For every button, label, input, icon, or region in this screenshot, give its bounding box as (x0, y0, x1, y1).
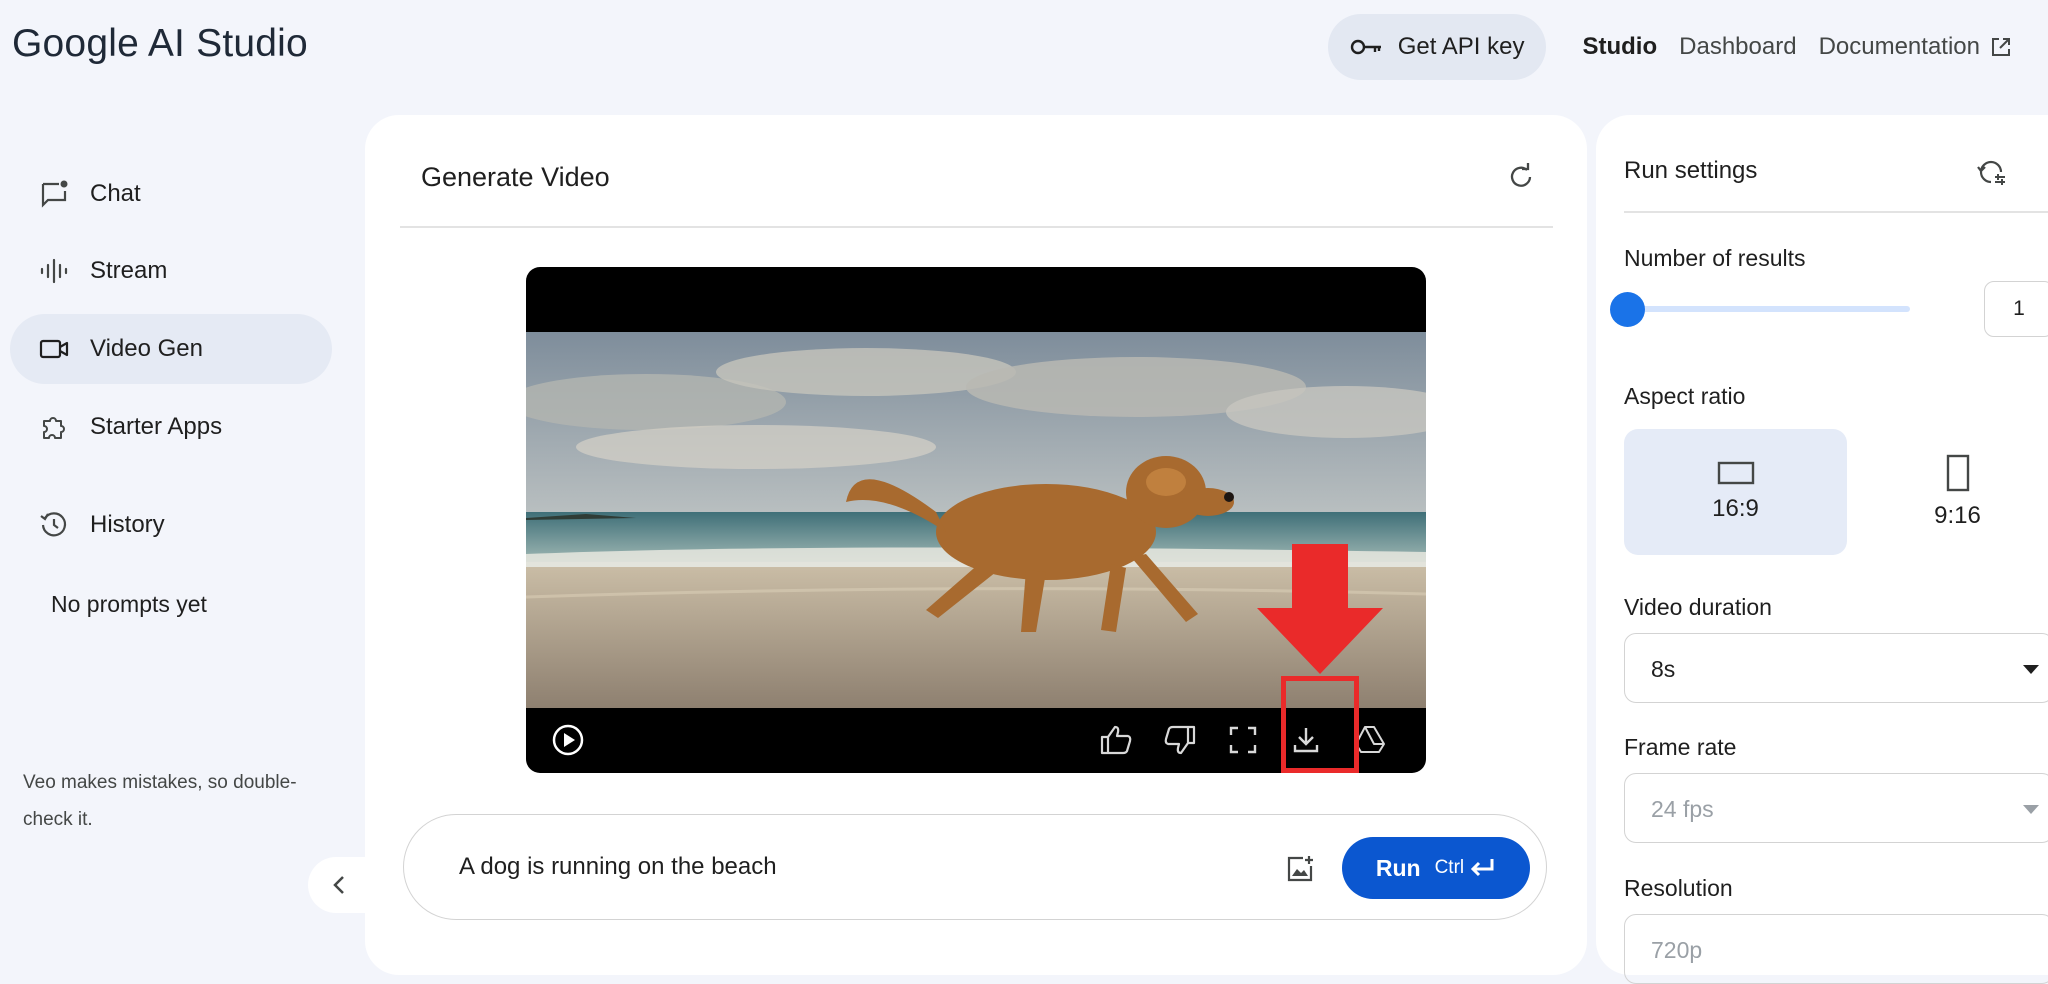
aspect-ratio-label: Aspect ratio (1624, 383, 1746, 409)
sidebar-item-video-gen[interactable]: Video Gen (10, 314, 332, 384)
nav-studio[interactable]: Studio (1582, 33, 1657, 61)
nav-documentation[interactable]: Documentation (1819, 33, 2012, 61)
portrait-icon (1946, 454, 1969, 492)
play-icon (552, 724, 584, 756)
app-title: Google AI Studio (12, 22, 308, 65)
resolution-select[interactable]: 720p (1624, 914, 2048, 984)
refresh-button[interactable] (1503, 159, 1539, 195)
panel-divider (400, 226, 1553, 228)
run-shortcut: Ctrl (1435, 857, 1497, 879)
thumbs-down-button[interactable] (1156, 716, 1204, 764)
frame-rate-value: 24 fps (1651, 796, 1714, 822)
fullscreen-button[interactable] (1219, 716, 1267, 764)
sidebar-item-label: History (90, 511, 165, 538)
duration-value: 8s (1651, 656, 1676, 682)
collapse-sidebar-button[interactable] (308, 857, 370, 913)
nav-dashboard[interactable]: Dashboard (1679, 33, 1796, 61)
run-shortcut-label: Ctrl (1434, 857, 1465, 878)
run-label: Run (1375, 854, 1421, 881)
annotation-arrow-icon (1257, 544, 1383, 674)
sidebar-item-label: Video Gen (90, 335, 203, 362)
add-image-icon (1287, 856, 1313, 882)
get-api-key-button[interactable]: Get API key (1327, 14, 1547, 80)
duration-label: Video duration (1624, 594, 1772, 620)
results-input[interactable]: 1 (1984, 281, 2048, 337)
thumbs-up-button[interactable] (1092, 716, 1140, 764)
sidebar-item-starter-apps[interactable]: Starter Apps (10, 392, 332, 462)
caret-down-icon (2023, 665, 2039, 674)
enter-key-icon (1471, 859, 1494, 877)
play-button[interactable] (544, 716, 592, 764)
results-label: Number of results (1624, 245, 1806, 271)
frame-rate-label: Frame rate (1624, 734, 1737, 760)
refresh-icon (1510, 163, 1532, 187)
aspect-ratio-label-9-16: 9:16 (1934, 502, 1981, 529)
resolution-value: 720p (1651, 937, 1703, 963)
caret-down-icon (2023, 805, 2039, 814)
results-slider-handle[interactable] (1610, 292, 1645, 327)
history-empty-text: No prompts yet (51, 591, 207, 617)
api-key-label: Get API key (1397, 33, 1525, 60)
stream-icon (38, 255, 70, 287)
frame-rate-select[interactable]: 24 fps (1624, 773, 2048, 843)
video-icon (38, 333, 70, 365)
page-title: Generate Video (421, 162, 610, 192)
sidebar-item-label: Starter Apps (90, 413, 223, 440)
run-settings-panel: Run settings Number of results 1 Aspect … (1596, 115, 2048, 984)
sidebar-item-label: Stream (90, 257, 168, 284)
thumbs-down-icon (1164, 725, 1196, 755)
sidebar-item-history[interactable]: History (10, 490, 332, 560)
prompt-bar: A dog is running on the beach Run Ctrl (403, 814, 1547, 920)
results-slider[interactable] (1628, 306, 1910, 312)
aspect-ratio-9-16[interactable]: 9:16 (1846, 429, 2048, 555)
chevron-left-icon (333, 876, 344, 894)
nav-documentation-label: Documentation (1818, 33, 1980, 60)
duration-select[interactable]: 8s (1624, 633, 2048, 703)
settings-divider (1624, 211, 2048, 213)
resolution-label: Resolution (1624, 875, 1733, 901)
prompt-input[interactable]: A dog is running on the beach (459, 853, 777, 881)
key-icon (1350, 39, 1381, 55)
top-nav: Get API key Studio Dashboard Documentati… (1327, 14, 2012, 80)
run-button[interactable]: Run Ctrl (1342, 837, 1530, 899)
history-icon (38, 509, 70, 541)
external-link-icon (1992, 38, 2010, 56)
fullscreen-icon (1229, 726, 1257, 754)
puzzle-icon (38, 411, 70, 443)
main-panel: Generate Video A dog is running on the b… (365, 115, 1587, 975)
sidebar-item-stream[interactable]: Stream (10, 236, 332, 306)
aspect-ratio-label-16-9: 16:9 (1712, 495, 1759, 522)
landscape-icon (1717, 461, 1754, 485)
aspect-ratio-16-9[interactable]: 16:9 (1624, 429, 1847, 555)
add-image-button[interactable] (1282, 851, 1318, 887)
thumbs-up-icon (1100, 725, 1132, 755)
reset-settings-icon[interactable] (1974, 155, 2008, 189)
sidebar-item-chat[interactable]: Chat (10, 159, 332, 229)
settings-title: Run settings (1624, 157, 1758, 184)
chat-icon (38, 178, 70, 210)
annotation-highlight-box (1281, 676, 1359, 773)
sidebar-item-label: Chat (90, 180, 141, 207)
disclaimer-text: Veo makes mistakes, so double-check it. (23, 772, 297, 830)
